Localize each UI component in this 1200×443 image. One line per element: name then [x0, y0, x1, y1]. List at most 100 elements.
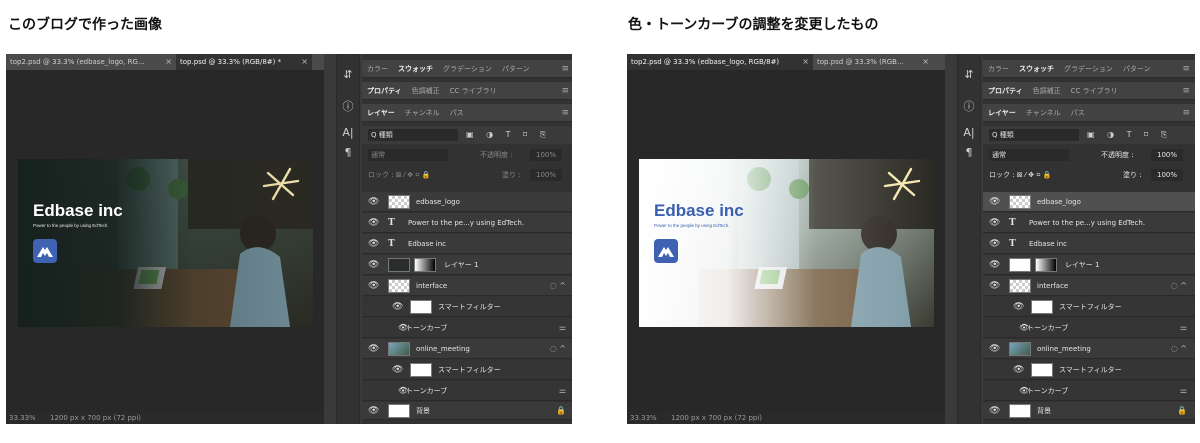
eye-icon[interactable]: 👁	[989, 276, 1000, 296]
smart-object-icon[interactable]: ◌ ^	[550, 339, 566, 359]
panel-menu-icon[interactable]: ≡	[561, 104, 569, 122]
filter-options-icon[interactable]: ⚌	[559, 318, 566, 338]
eye-icon[interactable]: 👁	[989, 213, 1000, 233]
blend-mode-select[interactable]: 通常	[368, 149, 448, 161]
tab-swatches[interactable]: スウォッチ	[1014, 60, 1059, 78]
smart-filter-row[interactable]: 👁 スマートフィルター	[983, 360, 1195, 380]
canvas-image[interactable]: Edbase inc Power to the people by using …	[18, 159, 313, 327]
layer-background[interactable]: 👁 背景 🔒	[362, 402, 572, 420]
layer-interface[interactable]: 👁 interface ◌ ^	[983, 276, 1195, 296]
canvas-image[interactable]: Edbase inc Power to the people by using …	[639, 159, 934, 327]
panel-menu-icon[interactable]: ≡	[1182, 60, 1190, 78]
document-tab[interactable]: top.psd @ 33.3% (RGB... ×	[813, 54, 933, 70]
tab-color[interactable]: カラー	[362, 60, 393, 78]
tab-libraries[interactable]: CC ライブラリ	[1066, 82, 1123, 100]
tab-adjustments[interactable]: 色調補正	[1028, 82, 1066, 100]
layer-background[interactable]: 👁 背景 🔒	[983, 402, 1195, 420]
fill-input[interactable]: 100%	[530, 169, 562, 181]
close-icon[interactable]: ×	[802, 54, 809, 70]
tab-paths[interactable]: パス	[1066, 104, 1090, 122]
blend-mode-select[interactable]: 通常	[989, 149, 1069, 161]
opacity-input[interactable]: 100%	[1151, 149, 1183, 161]
tab-patterns[interactable]: パターン	[1118, 60, 1156, 78]
layer-power-text[interactable]: 👁 T Power to the pe...y using EdTech.	[983, 213, 1195, 233]
close-icon[interactable]: ×	[301, 54, 308, 70]
smart-filter-row[interactable]: 👁 スマートフィルター	[362, 297, 572, 317]
layer-interface[interactable]: 👁 interface ◌ ^	[362, 276, 572, 296]
eye-icon[interactable]: 👁	[989, 255, 1000, 275]
document-tab[interactable]: top2.psd @ 33.3% (edbase_logo, RG... ×	[6, 54, 176, 70]
layer-online-meeting[interactable]: 👁 online_meeting ◌ ^	[983, 339, 1195, 359]
tab-layers[interactable]: レイヤー	[362, 104, 400, 122]
layer-1[interactable]: 👁 レイヤー 1	[983, 255, 1195, 275]
lock-controls[interactable]: ロック : ⊠ ⁄ ✥ ⌗ 🔒	[989, 166, 1051, 184]
eye-icon[interactable]: 👁	[368, 255, 379, 275]
eye-icon[interactable]: 👁	[392, 297, 403, 317]
fill-input[interactable]: 100%	[1151, 169, 1183, 181]
filter-type-icons[interactable]: ▣ ◑ T ⌑ ⎘	[1087, 126, 1172, 144]
panel-menu-icon[interactable]: ≡	[561, 60, 569, 78]
eye-icon[interactable]: 👁	[368, 276, 379, 296]
tab-adjustments[interactable]: 色調補正	[407, 82, 445, 100]
layer-edbase-inc-text[interactable]: 👁 T Edbase inc	[983, 234, 1195, 254]
tab-patterns[interactable]: パターン	[497, 60, 535, 78]
layer-edbase-logo[interactable]: 👁 edbase_logo	[362, 192, 572, 212]
paragraph-icon[interactable]: ¶	[337, 146, 359, 159]
layer-edbase-logo[interactable]: 👁 edbase_logo	[983, 192, 1195, 212]
eye-icon[interactable]: 👁	[392, 360, 403, 380]
layer-1[interactable]: 👁 レイヤー 1	[362, 255, 572, 275]
character-icon[interactable]: A|	[958, 126, 980, 139]
eye-icon[interactable]: 👁	[989, 234, 1000, 254]
tab-gradients[interactable]: グラデーション	[1059, 60, 1118, 78]
eye-icon[interactable]: 👁	[368, 234, 379, 254]
document-tab-active[interactable]: top2.psd @ 33.3% (edbase_logo, RGB/8#) ×	[627, 54, 813, 70]
eye-icon[interactable]: 👁	[989, 339, 1000, 359]
character-icon[interactable]: A|	[337, 126, 359, 139]
tab-channels[interactable]: チャンネル	[400, 104, 445, 122]
history-icon[interactable]: ⇵	[958, 68, 980, 81]
tone-curve-row[interactable]: 👁 トーンカーブ ⚌	[983, 381, 1195, 401]
panel-menu-icon[interactable]: ≡	[1182, 104, 1190, 122]
smart-object-icon[interactable]: ◌ ^	[550, 276, 566, 296]
tone-curve-row[interactable]: 👁 トーンカーブ ⚌	[362, 381, 572, 401]
tab-layers[interactable]: レイヤー	[983, 104, 1021, 122]
tab-channels[interactable]: チャンネル	[1021, 104, 1066, 122]
layer-power-text[interactable]: 👁 T Power to the pe...y using EdTech.	[362, 213, 572, 233]
lock-controls[interactable]: ロック : ⊠ ⁄ ✥ ⌗ 🔒	[368, 166, 430, 184]
tab-properties[interactable]: プロパティ	[362, 82, 407, 100]
filter-type-icons[interactable]: ▣ ◑ T ⌑ ⎘	[466, 126, 551, 144]
document-tab-active[interactable]: top.psd @ 33.3% (RGB/8#) * ×	[176, 54, 312, 70]
info-icon[interactable]: ⓘ	[958, 98, 980, 114]
filter-options-icon[interactable]: ⚌	[1180, 381, 1187, 401]
tone-curve-row[interactable]: 👁 トーンカーブ ⚌	[362, 318, 572, 338]
smart-filter-row[interactable]: 👁 スマートフィルター	[983, 297, 1195, 317]
eye-icon[interactable]: 👁	[989, 192, 1000, 212]
layer-online-meeting[interactable]: 👁 online_meeting ◌ ^	[362, 339, 572, 359]
smart-filter-row[interactable]: 👁 スマートフィルター	[362, 360, 572, 380]
panel-menu-icon[interactable]: ≡	[1182, 82, 1190, 100]
tab-gradients[interactable]: グラデーション	[438, 60, 497, 78]
panel-menu-icon[interactable]: ≡	[561, 82, 569, 100]
eye-icon[interactable]: 👁	[368, 402, 379, 420]
close-icon[interactable]: ×	[922, 54, 929, 70]
layer-kind-select[interactable]: Q 種類	[989, 129, 1079, 141]
tone-curve-row[interactable]: 👁 トーンカーブ ⚌	[983, 318, 1195, 338]
tab-swatches[interactable]: スウォッチ	[393, 60, 438, 78]
tab-color[interactable]: カラー	[983, 60, 1014, 78]
filter-options-icon[interactable]: ⚌	[1180, 318, 1187, 338]
tab-paths[interactable]: パス	[445, 104, 469, 122]
eye-icon[interactable]: 👁	[1013, 297, 1024, 317]
tab-properties[interactable]: プロパティ	[983, 82, 1028, 100]
layer-edbase-inc-text[interactable]: 👁 T Edbase inc	[362, 234, 572, 254]
smart-object-icon[interactable]: ◌ ^	[1171, 339, 1187, 359]
eye-icon[interactable]: 👁	[368, 213, 379, 233]
close-icon[interactable]: ×	[165, 54, 172, 70]
smart-object-icon[interactable]: ◌ ^	[1171, 276, 1187, 296]
paragraph-icon[interactable]: ¶	[958, 146, 980, 159]
eye-icon[interactable]: 👁	[989, 402, 1000, 420]
eye-icon[interactable]: 👁	[368, 339, 379, 359]
history-icon[interactable]: ⇵	[337, 68, 359, 81]
eye-icon[interactable]: 👁	[368, 192, 379, 212]
info-icon[interactable]: ⓘ	[337, 98, 359, 114]
tab-libraries[interactable]: CC ライブラリ	[445, 82, 502, 100]
